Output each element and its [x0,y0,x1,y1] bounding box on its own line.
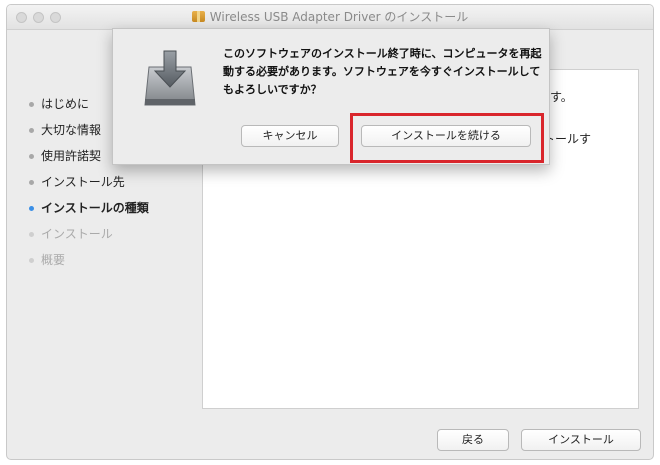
cancel-button[interactable]: キャンセル [241,125,339,147]
sidebar-item-label: インストールの種類 [41,201,149,215]
step-bullet-icon [29,154,34,159]
installer-package-icon [144,50,196,106]
sidebar-item-installation: インストール [27,221,197,247]
sidebar-item-label: はじめに [41,97,90,111]
step-bullet-icon [29,232,34,237]
content-text-partial: トールす [543,132,592,146]
window-title-area: Wireless USB Adapter Driver のインストール [7,9,653,25]
step-bullet-icon [29,180,34,185]
sidebar-item-label: 概要 [41,253,66,267]
content-text-partial: す。 [550,90,573,104]
package-icon [191,11,205,22]
step-bullet-icon [29,206,34,211]
restart-confirmation-dialog: このソフトウェアのインストール終了時に、コンピュータを再起動する必要があります。… [112,28,550,165]
sidebar-item-label: 大切な情報 [41,123,102,137]
back-button[interactable]: 戻る [437,429,509,451]
dialog-message: このソフトウェアのインストール終了時に、コンピュータを再起動する必要があります。… [223,47,542,96]
step-bullet-icon [29,258,34,263]
sidebar-item-summary: 概要 [27,247,197,273]
step-bullet-icon [29,128,34,133]
step-bullet-icon [29,102,34,107]
continue-install-button[interactable]: インストールを続ける [361,125,531,147]
sidebar-item-install-type: インストールの種類 [27,195,197,221]
window-title: Wireless USB Adapter Driver のインストール [209,10,469,24]
sidebar-item-label: 使用許諾契 [41,149,102,163]
title-bar: Wireless USB Adapter Driver のインストール [7,5,653,30]
sidebar-item-label: インストール先 [41,175,125,189]
sidebar-item-destination: インストール先 [27,169,197,195]
install-button[interactable]: インストール [521,429,641,451]
sidebar-item-label: インストール [41,227,113,241]
